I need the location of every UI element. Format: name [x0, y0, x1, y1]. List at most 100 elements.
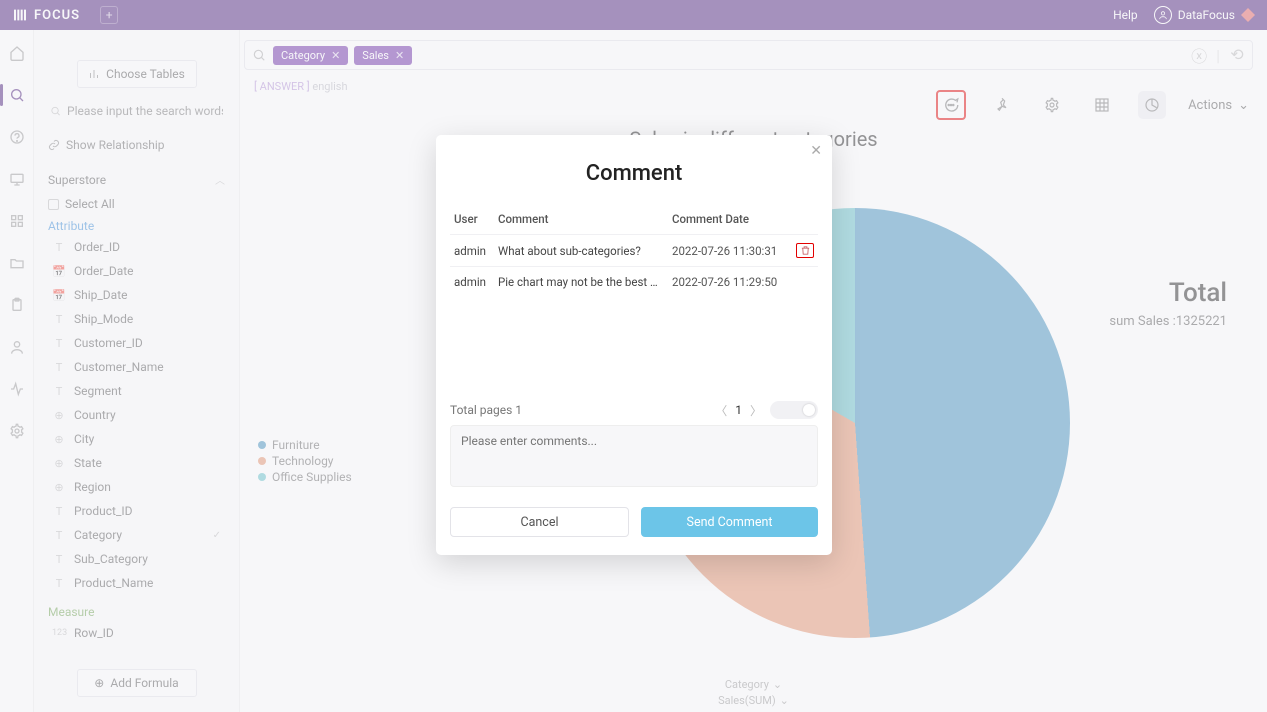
modal-title: Comment — [436, 135, 832, 204]
refresh-icon[interactable]: ⟲ — [1228, 46, 1246, 64]
total-block: Total sum Sales :1325221 — [1109, 278, 1227, 329]
premium-badge-icon — [1241, 8, 1255, 22]
comment-table: User Comment Comment Date admin What abo… — [450, 204, 818, 297]
add-formula-button[interactable]: ⊕ Add Formula — [77, 669, 197, 697]
chevron-down-icon: ⌄ — [773, 677, 782, 693]
field-row[interactable]: 📅Ship_Date — [42, 283, 231, 307]
footer-measure[interactable]: Sales(SUM) ⌄ — [718, 693, 789, 709]
rail-activity-icon[interactable] — [8, 380, 26, 398]
remove-icon[interactable]: ✕ — [331, 49, 340, 62]
legend-item[interactable]: Technology — [272, 454, 333, 468]
measure-section-label: Measure — [42, 595, 231, 621]
help-link[interactable]: Help — [1113, 8, 1138, 22]
legend-swatch-icon — [258, 473, 266, 481]
field-search[interactable] — [42, 98, 231, 124]
chevron-up-icon: ︿ — [215, 172, 225, 187]
comment-button[interactable] — [936, 90, 966, 120]
type-icon: 📅 — [52, 289, 66, 302]
show-relationship-label: Show Relationship — [66, 138, 165, 152]
prev-page-icon[interactable]: 〈 — [715, 402, 727, 419]
new-tab-button[interactable]: + — [100, 6, 118, 24]
table-view-button[interactable] — [1088, 91, 1116, 119]
legend-item[interactable]: Furniture — [272, 438, 320, 452]
field-row[interactable]: 📅Order_Date — [42, 259, 231, 283]
rail-help-icon[interactable] — [8, 128, 26, 146]
checkbox-icon[interactable] — [48, 199, 59, 210]
rail-present-icon[interactable] — [8, 170, 26, 188]
field-row[interactable]: ⊕Country — [42, 403, 231, 427]
query-pill-category[interactable]: Category✕ — [273, 46, 348, 65]
field-row[interactable]: TProduct_ID — [42, 499, 231, 523]
cancel-button[interactable]: Cancel — [450, 507, 629, 537]
field-label: State — [74, 456, 102, 470]
next-page-icon[interactable]: 〉 — [750, 402, 762, 419]
col-date: Comment Date — [672, 212, 796, 226]
rail-clipboard-icon[interactable] — [8, 296, 26, 314]
plus-icon: ⊕ — [94, 676, 104, 690]
page-toggle[interactable] — [770, 401, 818, 419]
app-name: FOCUS — [34, 8, 80, 23]
field-row[interactable]: T Sub_Category — [42, 547, 231, 571]
settings-button[interactable] — [1038, 91, 1066, 119]
actions-menu[interactable]: Actions⌄ — [1188, 98, 1249, 113]
pin-button[interactable] — [988, 91, 1016, 119]
show-relationship-toggle[interactable]: Show Relationship — [42, 124, 231, 166]
field-row[interactable]: TCustomer_ID — [42, 331, 231, 355]
rail-grid-icon[interactable] — [8, 212, 26, 230]
field-row[interactable]: TCustomer_Name — [42, 355, 231, 379]
select-all-row[interactable]: Select All — [42, 193, 231, 215]
rail-folder-icon[interactable] — [8, 254, 26, 272]
col-comment: Comment — [498, 212, 672, 226]
chevron-down-icon: ⌄ — [780, 693, 789, 709]
chevron-down-icon: ⌄ — [1238, 98, 1249, 113]
field-label: Country — [74, 408, 116, 422]
type-icon: T — [52, 385, 66, 398]
rail-user-icon[interactable] — [8, 338, 26, 356]
rail-home-icon[interactable] — [8, 44, 26, 62]
rail-settings-icon[interactable] — [8, 422, 26, 440]
legend-item[interactable]: Office Supplies — [272, 470, 352, 484]
field-row[interactable]: TCategory✓ — [42, 523, 231, 547]
query-bar[interactable]: Category✕ Sales✕ ⓧ | ⟲ — [244, 40, 1253, 70]
field-search-input[interactable] — [67, 104, 223, 118]
col-user: User — [454, 212, 498, 226]
attribute-section-label: Attribute — [42, 215, 231, 235]
clear-query-icon[interactable]: ⓧ — [1190, 46, 1208, 64]
type-icon: T — [52, 313, 66, 326]
cell-comment: What about sub-categories? — [498, 244, 672, 258]
field-row[interactable]: TProduct_Name — [42, 571, 231, 595]
field-row[interactable]: 123Row_ID — [42, 621, 231, 645]
send-comment-button[interactable]: Send Comment — [641, 507, 818, 537]
total-value: sum Sales :1325221 — [1109, 314, 1227, 329]
type-icon: ⊕ — [52, 433, 66, 446]
field-row[interactable]: TOrder_ID — [42, 235, 231, 259]
user-menu[interactable]: DataFocus — [1154, 6, 1255, 24]
check-icon: ✓ — [213, 530, 221, 541]
remove-icon[interactable]: ✕ — [395, 49, 404, 62]
footer-dimension[interactable]: Category ⌄ — [725, 677, 782, 693]
field-row[interactable]: TSegment — [42, 379, 231, 403]
chart-type-button[interactable] — [1138, 91, 1166, 119]
total-label: Total — [1109, 278, 1227, 308]
table-row: admin What about sub-categories? 2022-07… — [450, 234, 818, 266]
comment-input[interactable] — [450, 425, 818, 487]
page-number: 1 — [735, 403, 742, 417]
field-row[interactable]: ⊕ State — [42, 451, 231, 475]
field-row[interactable]: ⊕City — [42, 427, 231, 451]
rail-search-icon[interactable] — [8, 86, 26, 104]
type-icon: ⊕ — [52, 457, 66, 470]
type-icon: T — [52, 241, 66, 254]
delete-comment-icon[interactable] — [796, 243, 814, 258]
field-row[interactable]: ⊕Region — [42, 475, 231, 499]
type-icon: T — [52, 361, 66, 374]
query-pill-sales[interactable]: Sales✕ — [354, 46, 412, 65]
logo-icon — [12, 7, 28, 23]
choose-tables-button[interactable]: Choose Tables — [77, 60, 197, 88]
field-row[interactable]: TShip_Mode — [42, 307, 231, 331]
datasource-row[interactable]: Superstore ︿ — [42, 166, 231, 193]
type-icon: T — [52, 553, 66, 566]
pager: Total pages 1 〈 1 〉 — [450, 401, 818, 419]
field-label: Sub_Category — [74, 552, 148, 566]
close-icon[interactable]: ✕ — [810, 143, 822, 159]
select-all-label: Select All — [65, 197, 115, 211]
